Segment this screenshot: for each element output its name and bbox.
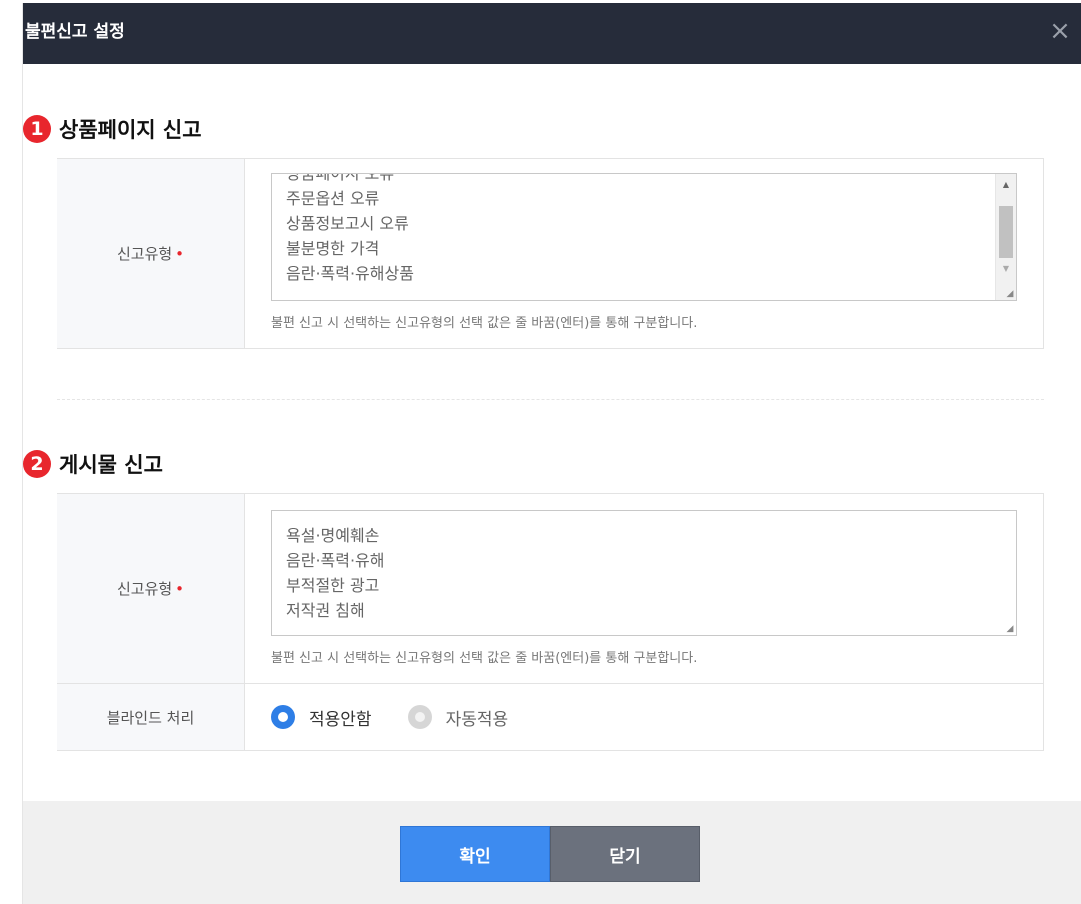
close-button[interactable]: 닫기 [550, 826, 700, 882]
section-title: 게시물 신고 [59, 453, 163, 477]
close-icon[interactable]: × [1046, 17, 1074, 45]
report-type-cell: 욕설·명예훼손 음란·폭력·유해 부적절한 광고 저작권 침해 ◢ 불편 신고 … [244, 493, 1044, 684]
report-type-label: 신고유형 • [57, 158, 245, 349]
radio-label[interactable]: 자동적용 [446, 705, 509, 730]
radio-label[interactable]: 적용안함 [309, 705, 372, 730]
section-post-report-header: 2 게시물 신고 [23, 448, 163, 480]
radio-unselected-icon[interactable] [407, 705, 432, 729]
product-report-types-textarea[interactable]: 상품페이지 오류 주문옵션 오류 상품정보고시 오류 불분명한 가격 음란·폭력… [271, 173, 1017, 301]
textarea-lines: 상품페이지 오류 주문옵션 오류 상품정보고시 오류 불분명한 가격 음란·폭력… [272, 173, 1016, 286]
required-mark: • [175, 245, 185, 263]
textarea-scrollbar[interactable]: ▲ ▼ [995, 174, 1016, 300]
report-type-label: 신고유형 • [57, 493, 245, 684]
textarea-line: 부적절한 광고 [286, 575, 380, 595]
settings-dialog: 불편신고 설정 × 1 상품페이지 신고 신고유형 • 상품페이지 오류 주문옵션… [22, 3, 1081, 904]
resize-handle-icon[interactable]: ◢ [1005, 624, 1015, 634]
textarea-lines: 욕설·명예훼손 음란·폭력·유해 부적절한 광고 저작권 침해 [272, 523, 1016, 623]
post-report-form: 신고유형 • 욕설·명예훼손 음란·폭력·유해 부적절한 광고 저작권 침해 ◢ … [57, 493, 1044, 751]
confirm-button[interactable]: 확인 [400, 826, 550, 882]
section-product-report-header: 1 상품페이지 신고 [23, 113, 202, 145]
radio-auto-apply[interactable]: 자동적용 [407, 705, 509, 730]
textarea-line: 주문옵션 오류 [286, 189, 380, 208]
textarea-line: 불분명한 가격 [286, 239, 380, 258]
textarea-line: 상품정보고시 오류 [286, 214, 409, 233]
scroll-thumb[interactable] [999, 206, 1013, 258]
resize-handle-icon[interactable]: ◢ [1005, 289, 1015, 299]
help-text: 불편 신고 시 선택하는 신고유형의 선택 값은 줄 바꿈(엔터)를 통해 구분… [271, 650, 698, 666]
section-number-badge: 1 [23, 115, 51, 143]
dialog-title: 불편신고 설정 [25, 22, 125, 42]
post-report-types-textarea[interactable]: 욕설·명예훼손 음란·폭력·유해 부적절한 광고 저작권 침해 ◢ [271, 509, 1017, 636]
textarea-line: 음란·폭력·유해상품 [286, 264, 414, 283]
blind-radio-group: 적용안함 자동적용 [271, 684, 1043, 750]
textarea-line: 저작권 침해 [286, 600, 365, 620]
blind-processing-label: 블라인드 처리 [57, 683, 245, 751]
textarea-line: 음란·폭력·유해 [286, 550, 385, 570]
field-label: 신고유형 [116, 580, 173, 598]
radio-not-applied[interactable]: 적용안함 [271, 705, 372, 730]
textarea-line: 상품페이지 오류 [286, 173, 395, 183]
section-number-badge: 2 [23, 450, 51, 478]
scroll-up-arrow-icon[interactable]: ▲ [996, 176, 1016, 194]
dialog-footer: 확인 닫기 [23, 801, 1081, 904]
scroll-down-arrow-icon[interactable]: ▼ [996, 260, 1016, 278]
radio-selected-icon[interactable] [271, 705, 295, 729]
field-label: 신고유형 [116, 245, 173, 263]
product-report-form: 신고유형 • 상품페이지 오류 주문옵션 오류 상품정보고시 오류 불분명한 가격… [57, 158, 1044, 349]
dialog-titlebar: 불편신고 설정 × [23, 3, 1081, 64]
blind-processing-cell: 적용안함 자동적용 [244, 683, 1044, 751]
section-divider [57, 399, 1044, 400]
section-title: 상품페이지 신고 [59, 118, 202, 142]
help-text: 불편 신고 시 선택하는 신고유형의 선택 값은 줄 바꿈(엔터)를 통해 구분… [271, 316, 698, 331]
required-mark: • [175, 580, 185, 598]
textarea-line: 욕설·명예훼손 [286, 525, 380, 545]
report-type-cell: 상품페이지 오류 주문옵션 오류 상품정보고시 오류 불분명한 가격 음란·폭력… [244, 158, 1044, 349]
